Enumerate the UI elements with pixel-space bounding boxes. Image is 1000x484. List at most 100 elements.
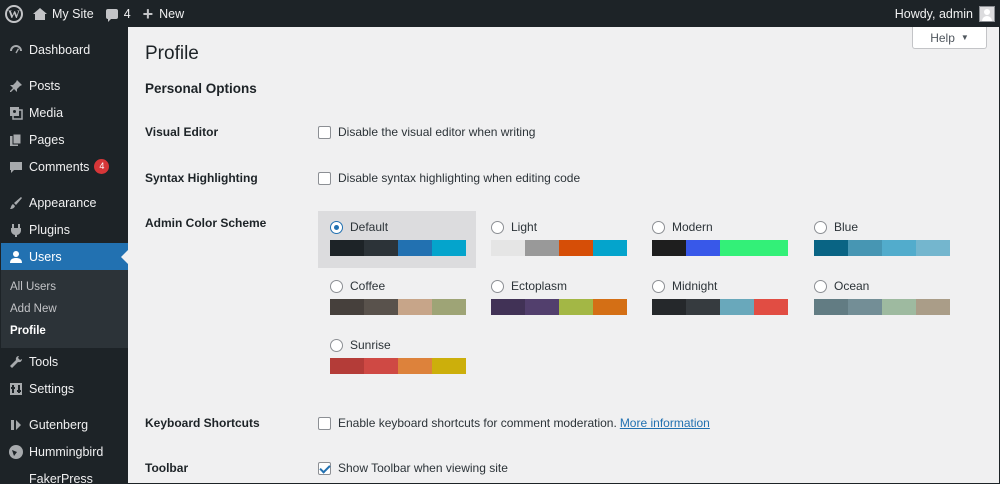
- color-scheme-default[interactable]: Default: [318, 211, 476, 268]
- swatch: [398, 240, 432, 256]
- sidebar-item-media[interactable]: Media: [1, 99, 128, 126]
- media-icon: [8, 105, 24, 121]
- keyboard-shortcuts-option[interactable]: Enable keyboard shortcuts for comment mo…: [318, 416, 710, 430]
- swatch: [754, 299, 788, 315]
- color-scheme-ectoplasm[interactable]: Ectoplasm: [479, 270, 637, 327]
- color-scheme-midnight[interactable]: Midnight: [640, 270, 798, 327]
- submenu-all-users[interactable]: All Users: [1, 276, 128, 298]
- scheme-swatches: [491, 299, 627, 315]
- sidebar-item-label: Pages: [29, 132, 65, 147]
- keyboard-shortcuts-option-text: Enable keyboard shortcuts for comment mo…: [338, 416, 617, 430]
- sidebar-item-label: Tools: [29, 354, 59, 369]
- help-button[interactable]: Help ▼: [912, 27, 987, 49]
- sidebar-item-plugins[interactable]: Plugins: [1, 216, 128, 243]
- swatch: [720, 240, 754, 256]
- keyboard-shortcuts-checkbox[interactable]: [318, 416, 331, 430]
- color-scheme-light[interactable]: Light: [479, 211, 637, 268]
- toolbar-option[interactable]: Show Toolbar when viewing site: [318, 461, 508, 475]
- scheme-radio[interactable]: [814, 279, 827, 293]
- swatch: [432, 240, 466, 256]
- scheme-swatches: [652, 240, 788, 256]
- swatch: [652, 299, 686, 315]
- swatch: [848, 240, 882, 256]
- sidebar-item-posts[interactable]: Posts: [1, 72, 128, 99]
- comments-badge: 4: [94, 159, 110, 174]
- scheme-radio[interactable]: [491, 279, 504, 293]
- section-title: Personal Options: [145, 81, 257, 96]
- scheme-name: Modern: [672, 220, 713, 234]
- scheme-name: Midnight: [672, 279, 718, 293]
- swatch: [364, 299, 398, 315]
- site-name-label: My Site: [52, 7, 94, 21]
- sidebar-item-appearance[interactable]: Appearance: [1, 189, 128, 216]
- syntax-highlighting-option[interactable]: Disable syntax highlighting when editing…: [318, 171, 580, 185]
- swatch: [364, 358, 398, 374]
- comments-link[interactable]: 4: [100, 1, 137, 27]
- pin-icon: [8, 78, 24, 94]
- users-submenu: All Users Add New Profile: [1, 270, 128, 348]
- color-scheme-sunrise[interactable]: Sunrise: [318, 329, 476, 386]
- scheme-swatches: [330, 240, 466, 256]
- syntax-highlighting-option-text: Disable syntax highlighting when editing…: [338, 171, 581, 185]
- scheme-radio[interactable]: [491, 220, 504, 234]
- sidebar-item-settings[interactable]: Settings: [1, 375, 128, 402]
- swatch: [525, 299, 559, 315]
- sidebar-item-tools[interactable]: Tools: [1, 348, 128, 375]
- swatch: [593, 299, 627, 315]
- scheme-radio[interactable]: [814, 220, 827, 234]
- comment-icon: [105, 9, 118, 22]
- swatch: [720, 299, 754, 315]
- visual-editor-checkbox[interactable]: [318, 125, 331, 139]
- wordpress-logo-icon[interactable]: W: [1, 1, 27, 27]
- swatch: [330, 299, 364, 315]
- scheme-swatches: [330, 358, 466, 374]
- avatar: [979, 6, 995, 22]
- scheme-swatches: [330, 299, 466, 315]
- scheme-radio[interactable]: [330, 279, 343, 293]
- sidebar-item-label: Dashboard: [29, 42, 91, 57]
- sidebar-item-label: Plugins: [29, 222, 70, 237]
- sidebar-item-gutenberg[interactable]: Gutenberg: [1, 411, 128, 438]
- new-content-link[interactable]: + New: [137, 1, 191, 27]
- toolbar-checkbox[interactable]: [318, 461, 331, 475]
- sidebar-item-pages[interactable]: Pages: [1, 126, 128, 153]
- wrench-icon: [8, 354, 24, 370]
- sidebar-item-comments[interactable]: Comments 4: [1, 153, 128, 180]
- user-icon: [8, 249, 24, 265]
- sidebar-item-dashboard[interactable]: Dashboard: [1, 36, 128, 63]
- scheme-name: Ocean: [834, 279, 870, 293]
- visual-editor-option[interactable]: Disable the visual editor when writing: [318, 125, 535, 139]
- sidebar-item-users[interactable]: Users: [1, 243, 128, 270]
- swatch: [652, 240, 686, 256]
- swatch: [882, 240, 916, 256]
- more-information-link[interactable]: More information: [620, 416, 710, 430]
- toolbar-label: Toolbar: [145, 461, 189, 475]
- swatch: [491, 299, 525, 315]
- comments-count: 4: [123, 7, 131, 21]
- color-scheme-ocean[interactable]: Ocean: [802, 270, 960, 327]
- fakerpress-icon: [8, 471, 24, 484]
- sidebar-item-label: Media: [29, 105, 64, 120]
- account-menu[interactable]: Howdy, admin: [889, 1, 999, 27]
- swatch: [525, 240, 559, 256]
- submenu-profile[interactable]: Profile: [1, 320, 128, 342]
- scheme-radio[interactable]: [330, 338, 343, 352]
- dashboard-icon: [8, 42, 24, 58]
- color-scheme-blue[interactable]: Blue: [802, 211, 960, 268]
- color-scheme-coffee[interactable]: Coffee: [318, 270, 476, 327]
- swatch: [398, 299, 432, 315]
- swatch: [848, 299, 882, 315]
- sidebar-item-fakerpress[interactable]: FakerPress: [1, 465, 128, 484]
- color-scheme-modern[interactable]: Modern: [640, 211, 798, 268]
- submenu-add-new[interactable]: Add New: [1, 298, 128, 320]
- page-title: Profile: [145, 43, 199, 64]
- syntax-highlighting-checkbox[interactable]: [318, 171, 331, 185]
- sidebar-item-hummingbird[interactable]: Hummingbird: [1, 438, 128, 465]
- scheme-radio[interactable]: [330, 220, 343, 234]
- scheme-radio[interactable]: [652, 220, 665, 234]
- site-name-link[interactable]: My Site: [27, 1, 100, 27]
- scheme-name: Ectoplasm: [511, 279, 568, 293]
- visual-editor-option-text: Disable the visual editor when writing: [338, 125, 536, 139]
- swatch: [754, 240, 788, 256]
- scheme-radio[interactable]: [652, 279, 665, 293]
